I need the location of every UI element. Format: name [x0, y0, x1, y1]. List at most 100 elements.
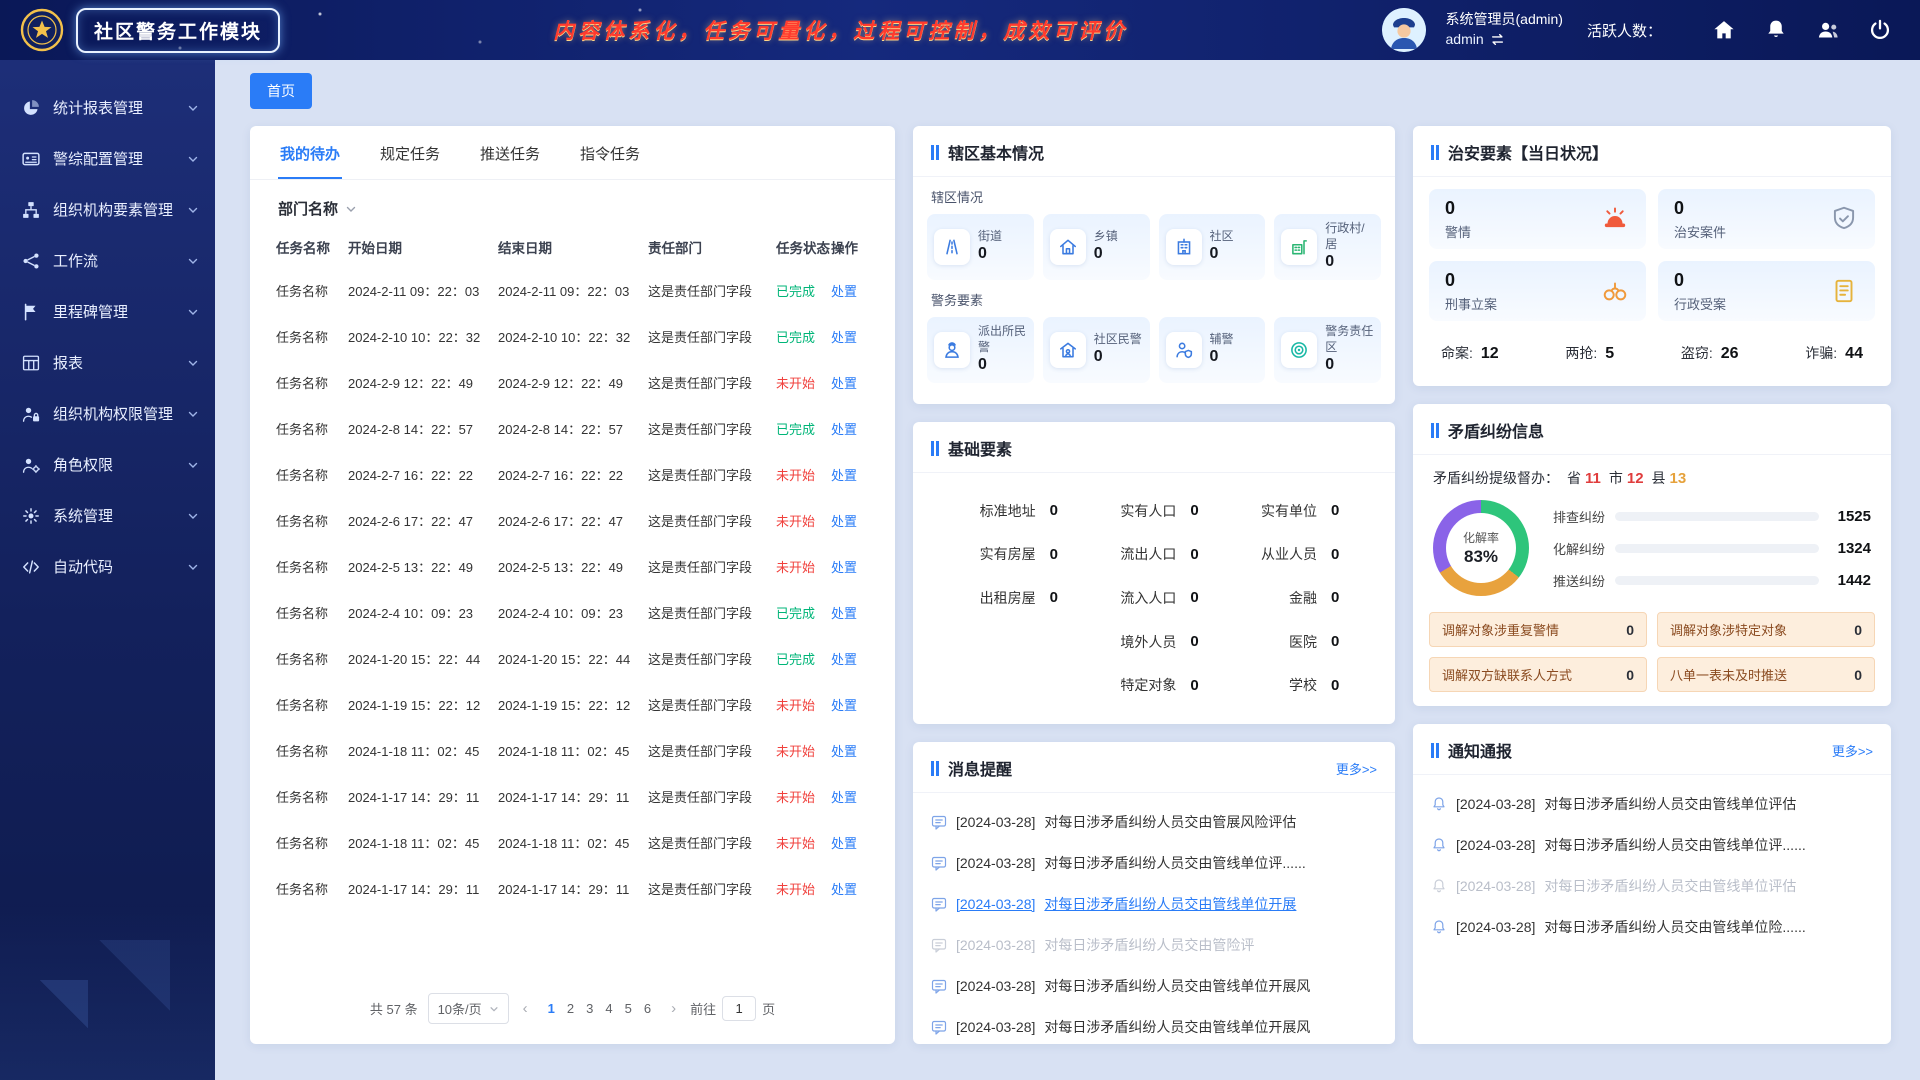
task-handle-link[interactable]: 处置 — [831, 281, 873, 300]
gear-icon — [22, 507, 40, 525]
prev-page-button[interactable]: ‹ — [519, 1000, 532, 1017]
tab-regulated-tasks[interactable]: 规定任务 — [378, 126, 442, 179]
contacts-icon[interactable] — [1816, 18, 1840, 42]
sidebar-item-workflow[interactable]: 工作流 — [0, 235, 215, 286]
task-status: 未开始 — [776, 465, 831, 484]
task-end-date: 2024-2-7 16：22：22 — [498, 465, 648, 484]
task-handle-link[interactable]: 处置 — [831, 465, 873, 484]
task-status: 已完成 — [776, 281, 831, 300]
chat-bubble-icon — [931, 937, 947, 953]
page-number[interactable]: 5 — [619, 1001, 638, 1016]
mediation-stat-button[interactable]: 八单一表未及时推送 0 — [1657, 657, 1875, 692]
tab-home[interactable]: 首页 — [250, 73, 312, 109]
list-item[interactable]: [2024-03-28] 对每日涉矛盾纠纷人员交由管线单位险...... — [1431, 906, 1873, 947]
task-status: 未开始 — [776, 557, 831, 576]
mediation-button-label: 八单一表未及时推送 — [1670, 665, 1787, 684]
tab-command-tasks[interactable]: 指令任务 — [578, 126, 642, 179]
task-start-date: 2024-2-10 10：22：32 — [348, 327, 498, 346]
next-page-button[interactable]: › — [667, 1000, 680, 1017]
stat-community-police[interactable]: 社区民警0 — [1043, 317, 1150, 383]
mediation-stat-button[interactable]: 调解对象涉特定对象 0 — [1657, 612, 1875, 647]
sidebar-item-system[interactable]: 系统管理 — [0, 490, 215, 541]
stat-aux-police[interactable]: 辅警0 — [1159, 317, 1266, 383]
base-element-value: 0 — [1331, 633, 1365, 650]
task-end-date: 2024-1-17 14：29：11 — [498, 787, 648, 806]
list-item[interactable]: [2024-03-28] 对每日涉矛盾纠纷人员交由管线单位评估 — [1431, 783, 1873, 824]
page-number[interactable]: 4 — [599, 1001, 618, 1016]
sidebar-item-auto-code[interactable]: 自动代码 — [0, 541, 215, 592]
list-item[interactable]: [2024-03-28] 对每日涉矛盾纠纷人员交由管线单位评...... — [931, 842, 1377, 883]
chevron-down-icon — [187, 306, 199, 318]
power-icon[interactable] — [1868, 18, 1892, 42]
stat-street[interactable]: 街道0 — [927, 214, 1034, 280]
sidebar-item-milestone[interactable]: 里程碑管理 — [0, 286, 215, 337]
task-name: 任务名称 — [276, 879, 348, 898]
chevron-down-icon — [187, 102, 199, 114]
sidebar-item-org-permission[interactable]: 组织机构权限管理 — [0, 388, 215, 439]
page-number[interactable]: 1 — [542, 1001, 561, 1016]
base-panel-title: 基础要素 — [948, 436, 1012, 460]
task-name: 任务名称 — [276, 465, 348, 484]
sidebar-item-org-elements[interactable]: 组织机构要素管理 — [0, 184, 215, 235]
list-item[interactable]: [2024-03-28] 对每日涉矛盾纠纷人员交由管线单位开展 — [931, 883, 1377, 924]
stat-station-police[interactable]: 派出所民警0 — [927, 317, 1034, 383]
task-handle-link[interactable]: 处置 — [831, 373, 873, 392]
sidebar-item-role-permission[interactable]: 角色权限 — [0, 439, 215, 490]
district-panel-title: 辖区基本情况 — [948, 140, 1044, 164]
notice-date: [2024-03-28] — [1456, 796, 1535, 812]
tab-my-todo[interactable]: 我的待办 — [278, 126, 342, 179]
bar-track — [1615, 576, 1819, 585]
list-item[interactable]: [2024-03-28] 对每日涉矛盾纠纷人员交由管线单位评...... — [1431, 824, 1873, 865]
home-icon[interactable] — [1712, 18, 1736, 42]
task-department: 这是责任部门字段 — [648, 281, 776, 300]
mediation-stat-button[interactable]: 调解对象涉重复警情 0 — [1429, 612, 1647, 647]
task-handle-link[interactable]: 处置 — [831, 603, 873, 622]
task-handle-link[interactable]: 处置 — [831, 557, 873, 576]
table-row: 任务名称 2024-1-20 15：22：44 2024-1-20 15：22：… — [276, 635, 869, 681]
task-handle-link[interactable]: 处置 — [831, 787, 873, 806]
list-item[interactable]: [2024-03-28] 对每日涉矛盾纠纷人员交由管线单位评估 — [1431, 865, 1873, 906]
department-filter[interactable]: 部门名称 — [250, 180, 895, 227]
page-number[interactable]: 2 — [561, 1001, 580, 1016]
task-handle-link[interactable]: 处置 — [831, 327, 873, 346]
sidebar-item-stats-report[interactable]: 统计报表管理 — [0, 82, 215, 133]
stat-public-security-cases[interactable]: 0治安案件 — [1658, 189, 1875, 249]
stat-administrative-cases[interactable]: 0行政受案 — [1658, 261, 1875, 321]
mediation-stat-button[interactable]: 调解双方缺联系人方式 0 — [1429, 657, 1647, 692]
stat-duty-area[interactable]: 警务责任区0 — [1274, 317, 1381, 383]
task-handle-link[interactable]: 处置 — [831, 741, 873, 760]
notices-more-link[interactable]: 更多>> — [1832, 741, 1873, 760]
page-size-select[interactable]: 10条/页 — [428, 993, 509, 1024]
task-handle-link[interactable]: 处置 — [831, 649, 873, 668]
messages-more-link[interactable]: 更多>> — [1336, 759, 1377, 778]
goto-page-input[interactable] — [722, 996, 756, 1021]
bell-icon[interactable] — [1764, 18, 1788, 42]
task-start-date: 2024-2-7 16：22：22 — [348, 465, 498, 484]
list-item[interactable]: [2024-03-28] 对每日涉矛盾纠纷人员交由管险评 — [931, 924, 1377, 965]
stat-criminal-cases[interactable]: 0刑事立案 — [1429, 261, 1646, 321]
task-start-date: 2024-1-17 14：29：11 — [348, 787, 498, 806]
list-item[interactable]: [2024-03-28] 对每日涉矛盾纠纷人员交由管线单位开展风 — [931, 965, 1377, 1006]
sidebar-item-police-config[interactable]: 警综配置管理 — [0, 133, 215, 184]
task-handle-link[interactable]: 处置 — [831, 419, 873, 438]
sidebar-item-report[interactable]: 报表 — [0, 337, 215, 388]
list-item[interactable]: [2024-03-28] 对每日涉矛盾纠纷人员交由管线单位开展风 — [931, 1006, 1377, 1044]
page-number[interactable]: 3 — [580, 1001, 599, 1016]
task-handle-link[interactable]: 处置 — [831, 511, 873, 530]
page-number[interactable]: 6 — [638, 1001, 657, 1016]
task-handle-link[interactable]: 处置 — [831, 695, 873, 714]
tab-pushed-tasks[interactable]: 推送任务 — [478, 126, 542, 179]
base-element-value: 0 — [1050, 589, 1084, 606]
security-bottom-stat: 命案:12 — [1441, 343, 1499, 363]
stat-alerts[interactable]: 0警情 — [1429, 189, 1646, 249]
stat-village[interactable]: 行政村/居0 — [1274, 214, 1381, 280]
base-element-cell: 实有人口 0 — [1084, 489, 1225, 533]
task-handle-link[interactable]: 处置 — [831, 833, 873, 852]
task-handle-link[interactable]: 处置 — [831, 879, 873, 898]
switch-user-icon[interactable] — [1490, 32, 1505, 47]
stat-community[interactable]: 社区0 — [1159, 214, 1266, 280]
avatar[interactable] — [1382, 8, 1426, 52]
task-table: 任务名称 开始日期 结束日期 责任部门 任务状态 操作 任务名称 2024-2-… — [250, 227, 895, 911]
list-item[interactable]: [2024-03-28] 对每日涉矛盾纠纷人员交由管展风险评估 — [931, 801, 1377, 842]
stat-town[interactable]: 乡镇0 — [1043, 214, 1150, 280]
